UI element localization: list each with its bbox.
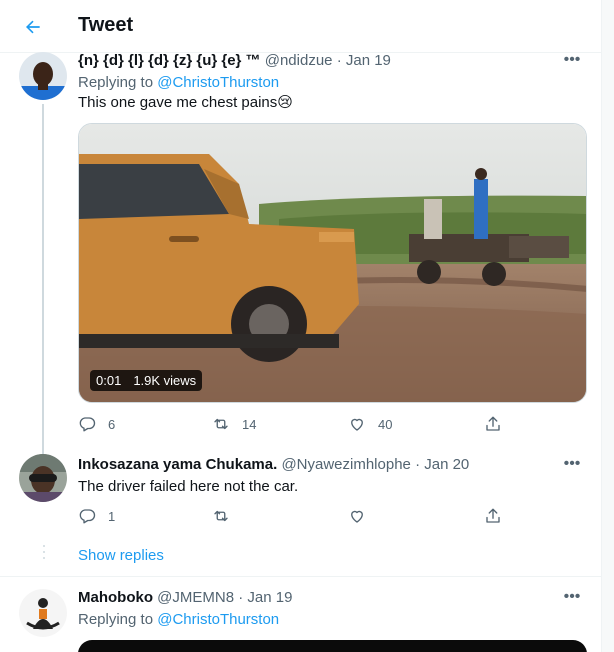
page-header: Tweet [0, 0, 601, 53]
share-button[interactable] [484, 414, 502, 434]
arrow-left-icon [26, 20, 40, 34]
separator: · [336, 52, 342, 69]
replying-to: Replying to @ChristoThurston [78, 610, 279, 630]
avatar[interactable] [19, 52, 67, 100]
video-duration: 0:01 [96, 373, 122, 388]
retweet-button[interactable]: 14 [212, 414, 256, 434]
avatar-image [19, 52, 67, 100]
reply-count: 6 [108, 416, 116, 432]
page-title: Tweet [78, 14, 134, 36]
avatar[interactable] [19, 454, 67, 502]
retweet-icon [214, 510, 228, 522]
replying-prefix: Replying to [78, 74, 154, 91]
separator: · [238, 589, 244, 606]
separator: · [415, 456, 421, 473]
replying-to-link[interactable]: @ChristoThurston [157, 74, 279, 91]
tweet-actions: 1 [78, 506, 508, 526]
video-frame [79, 124, 586, 402]
reply-icon [79, 417, 96, 432]
display-name[interactable]: Inkosazana yama Chukama. [78, 456, 277, 473]
retweet-icon [214, 418, 228, 430]
timestamp[interactable]: Jan 19 [247, 589, 292, 606]
more-options-icon[interactable]: ••• [561, 587, 583, 607]
more-options-icon[interactable]: ••• [561, 454, 583, 474]
like-button[interactable] [348, 506, 378, 526]
timestamp[interactable]: Jan 20 [424, 456, 469, 473]
video-badge: 0:01 1.9K views [90, 370, 203, 391]
handle[interactable]: @Nyawezimhlophe [281, 456, 410, 473]
tweet-header: Mahoboko @JMEMN8 · Jan 19 [78, 588, 292, 608]
display-name[interactable]: Mahoboko [78, 589, 153, 606]
share-icon [486, 416, 500, 431]
replying-to-link[interactable]: @ChristoThurston [157, 611, 279, 628]
tweet-header: Inkosazana yama Chukama. @Nyawezimhlophe… [78, 455, 469, 475]
back-button[interactable] [19, 13, 47, 41]
media-preview[interactable] [78, 640, 587, 652]
retweet-count: 14 [242, 416, 257, 432]
tweet-actions: 6 14 40 [78, 414, 508, 434]
tweet-text: The driver failed here not the car. [78, 478, 299, 495]
share-icon [486, 508, 500, 523]
retweet-button[interactable] [212, 506, 242, 526]
reply-count: 1 [108, 508, 116, 524]
avatar-image [19, 589, 67, 637]
reply-button[interactable]: 6 [78, 414, 115, 434]
tweet-page: Tweet {n} {d} {l} {d} {z} {u} {e} ™ @ndi… [0, 0, 602, 652]
heart-icon [351, 418, 363, 431]
avatar[interactable] [19, 589, 67, 637]
more-options-icon[interactable]: ••• [561, 50, 583, 70]
tweet-text: This one gave me chest pains😢 [78, 94, 293, 111]
replying-to: Replying to @ChristoThurston [78, 73, 279, 93]
reply-button[interactable]: 1 [78, 506, 115, 526]
timestamp[interactable]: Jan 19 [346, 52, 391, 69]
reply-icon [79, 509, 96, 524]
tweet-header: {n} {d} {l} {d} {z} {u} {e} ™ @ndidzue ·… [78, 51, 391, 71]
divider [0, 576, 601, 577]
handle[interactable]: @JMEMN8 [157, 589, 234, 606]
like-count: 40 [378, 416, 393, 432]
display-name[interactable]: {n} {d} {l} {d} {z} {u} {e} ™ [78, 52, 261, 69]
replying-prefix: Replying to [78, 611, 154, 628]
like-button[interactable]: 40 [348, 414, 392, 434]
heart-icon [351, 510, 363, 523]
video-player[interactable]: 0:01 1.9K views [78, 123, 587, 403]
video-views: 1.9K views [133, 373, 197, 388]
scrollbar[interactable] [602, 0, 614, 652]
handle[interactable]: @ndidzue [265, 52, 333, 69]
thread-dots [43, 545, 45, 563]
avatar-image [19, 454, 67, 502]
thread-line [42, 104, 44, 454]
share-button[interactable] [484, 506, 502, 526]
show-replies-link[interactable]: Show replies [78, 547, 164, 564]
